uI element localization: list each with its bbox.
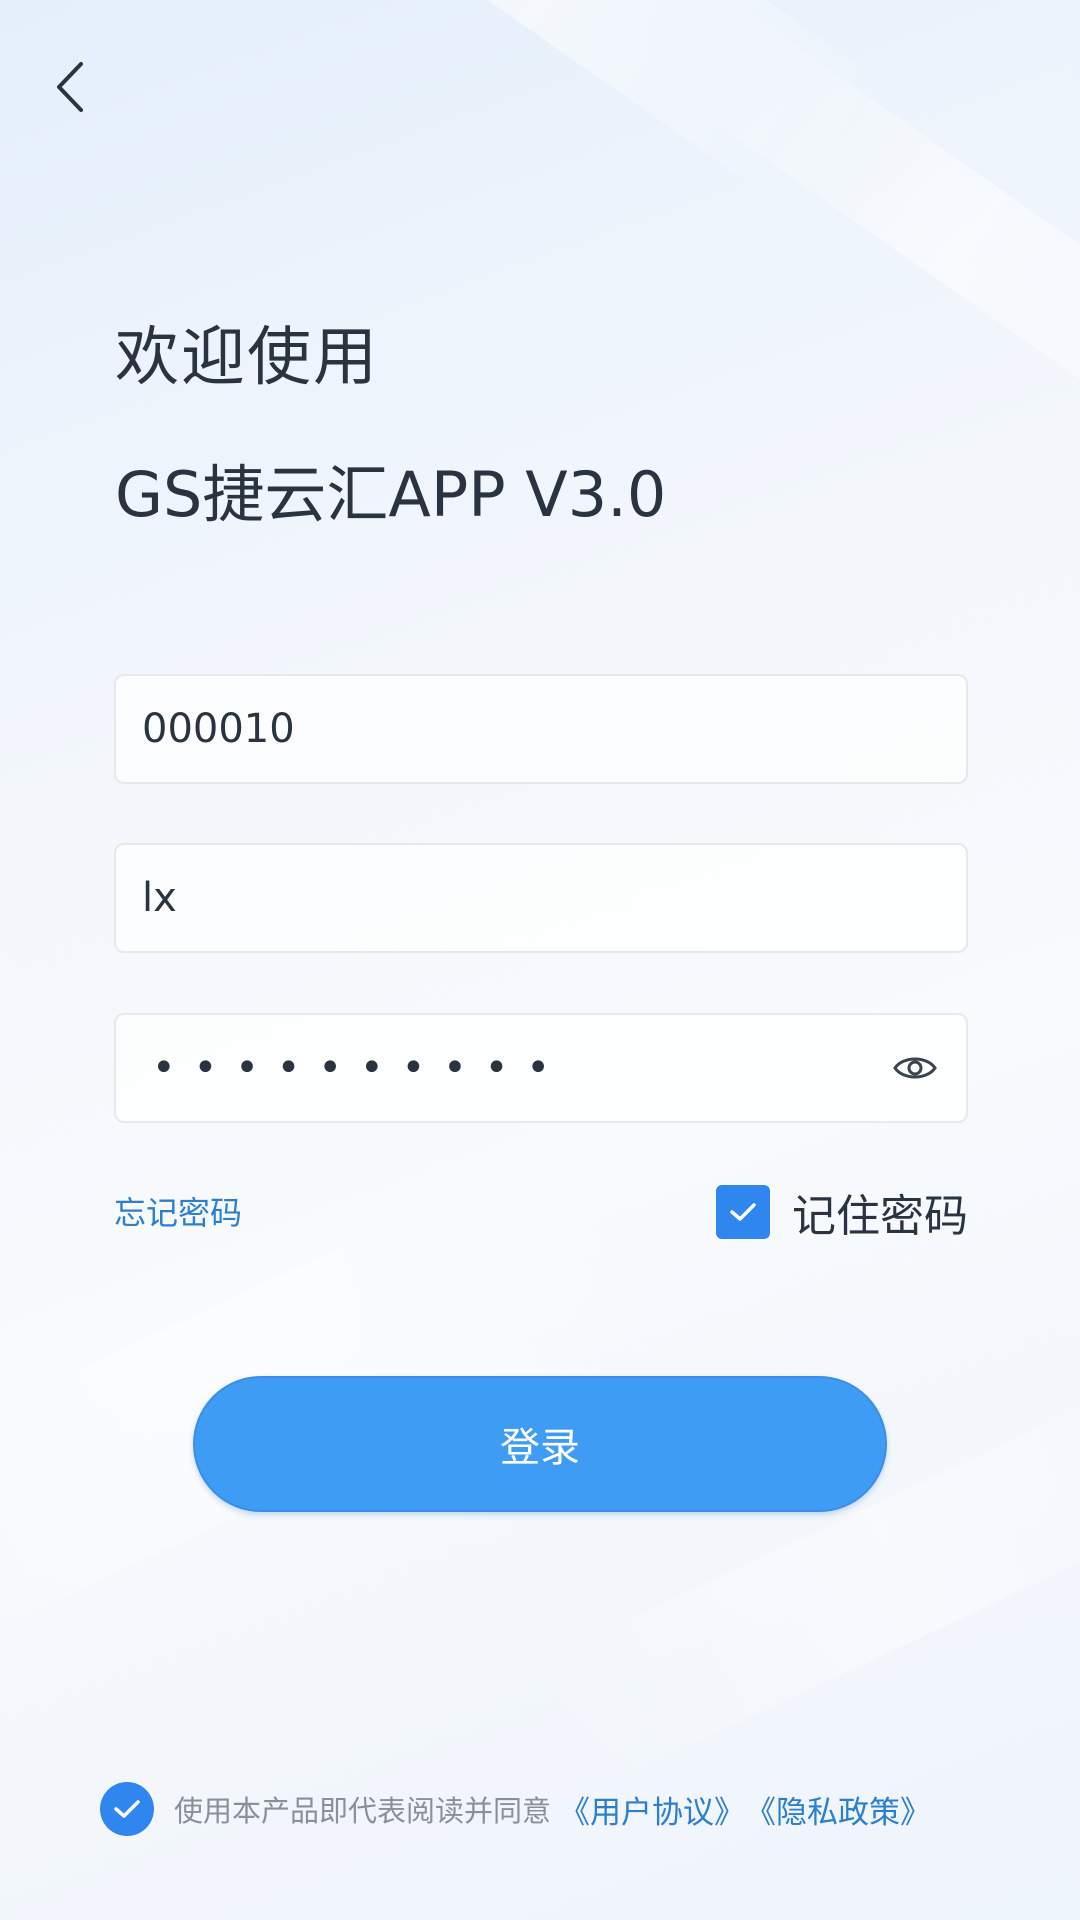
- eye-icon[interactable]: [890, 1043, 940, 1093]
- company-code-input[interactable]: [142, 706, 940, 752]
- agreement-checkbox[interactable]: [100, 1782, 154, 1836]
- back-button[interactable]: [40, 52, 100, 122]
- check-icon: [114, 1800, 140, 1818]
- password-input[interactable]: ••••••••••: [142, 1045, 890, 1091]
- agreement-text: 使用本产品即代表阅读并同意: [174, 1794, 552, 1828]
- welcome-heading: 欢迎使用: [115, 321, 379, 395]
- remember-password-label: 记住密码: [792, 1191, 968, 1242]
- remember-password-checkbox[interactable]: [716, 1185, 770, 1239]
- user-agreement-link[interactable]: 《用户协议》: [559, 1787, 745, 1832]
- check-icon: [730, 1203, 756, 1221]
- username-input[interactable]: [142, 875, 940, 921]
- app-name-heading: GS捷云汇APP V3.0: [115, 458, 667, 531]
- background-stripe: [651, 0, 1080, 481]
- login-button[interactable]: 登录: [193, 1376, 887, 1512]
- background-stripe: [237, 0, 903, 227]
- remember-password-toggle[interactable]: 记住密码: [716, 1180, 968, 1244]
- privacy-policy-link[interactable]: 《隐私政策》: [745, 1787, 931, 1832]
- agreement-row: 使用本产品即代表阅读并同意 《用户协议》 《隐私政策》: [100, 1782, 931, 1836]
- chevron-left-icon: [57, 62, 83, 112]
- username-field[interactable]: [114, 843, 968, 953]
- company-code-field[interactable]: [114, 674, 968, 784]
- password-field[interactable]: ••••••••••: [114, 1013, 968, 1123]
- forgot-password-link[interactable]: 忘记密码: [114, 1188, 242, 1234]
